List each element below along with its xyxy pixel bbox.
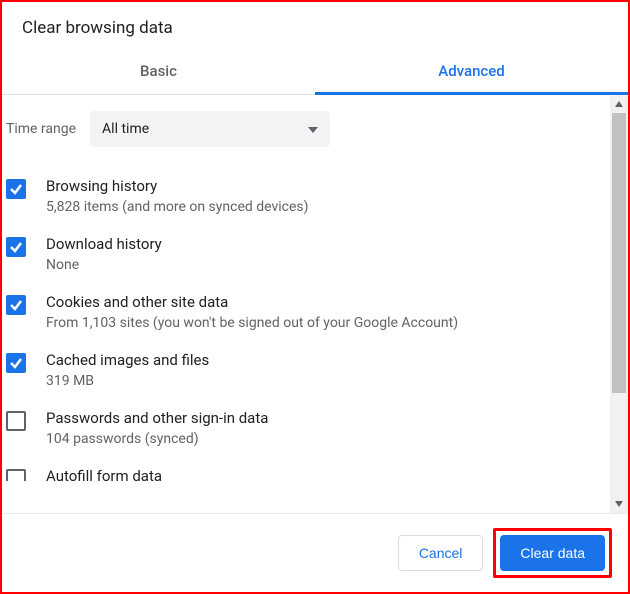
option-subtitle: 104 passwords (synced): [46, 431, 268, 447]
option-subtitle: None: [46, 257, 162, 273]
time-range-label: Time range: [6, 121, 76, 137]
dialog-body: Time range All time Browsing history 5,8…: [2, 95, 628, 513]
checkbox-cookies[interactable]: [6, 295, 26, 315]
checkbox-autofill[interactable]: [6, 469, 26, 481]
tab-basic[interactable]: Basic: [2, 50, 315, 94]
dialog-footer: Cancel Clear data: [2, 513, 628, 592]
option-subtitle: From 1,103 sites (you won't be signed ou…: [46, 315, 458, 331]
option-cached-images: Cached images and files 319 MB: [2, 341, 610, 399]
option-cookies: Cookies and other site data From 1,103 s…: [2, 283, 610, 341]
option-autofill: Autofill form data: [2, 457, 610, 481]
clear-data-button[interactable]: Clear data: [500, 535, 605, 571]
option-title: Cached images and files: [46, 351, 209, 369]
time-range-select[interactable]: All time: [90, 111, 330, 147]
time-range-value: All time: [102, 121, 149, 137]
checkbox-download-history[interactable]: [6, 237, 26, 257]
option-browsing-history: Browsing history 5,828 items (and more o…: [2, 167, 610, 225]
checkbox-browsing-history[interactable]: [6, 179, 26, 199]
dialog-title: Clear browsing data: [2, 2, 628, 50]
scroll-area: Time range All time Browsing history 5,8…: [2, 95, 610, 513]
option-download-history: Download history None: [2, 225, 610, 283]
chevron-down-icon: [308, 121, 318, 137]
time-range-row: Time range All time: [2, 95, 610, 167]
option-title: Passwords and other sign-in data: [46, 409, 268, 427]
option-subtitle: 5,828 items (and more on synced devices): [46, 199, 309, 215]
scrollbar-up-icon[interactable]: [610, 95, 628, 113]
options-list: Browsing history 5,828 items (and more o…: [2, 167, 610, 481]
scrollbar-down-icon[interactable]: [610, 495, 628, 513]
option-subtitle: 319 MB: [46, 373, 209, 389]
scrollbar-thumb[interactable]: [612, 113, 626, 393]
scrollbar[interactable]: [610, 95, 628, 513]
option-title: Cookies and other site data: [46, 293, 458, 311]
option-title: Autofill form data: [46, 467, 162, 481]
clear-browsing-data-dialog: Clear browsing data Basic Advanced Time …: [0, 0, 630, 594]
option-title: Browsing history: [46, 177, 309, 195]
tabs: Basic Advanced: [2, 50, 628, 95]
tab-advanced[interactable]: Advanced: [315, 50, 628, 94]
checkbox-cached-images[interactable]: [6, 353, 26, 373]
option-title: Download history: [46, 235, 162, 253]
checkbox-passwords[interactable]: [6, 411, 26, 431]
cancel-button[interactable]: Cancel: [398, 535, 484, 571]
clear-data-highlight: Clear data: [493, 528, 612, 578]
option-passwords: Passwords and other sign-in data 104 pas…: [2, 399, 610, 457]
